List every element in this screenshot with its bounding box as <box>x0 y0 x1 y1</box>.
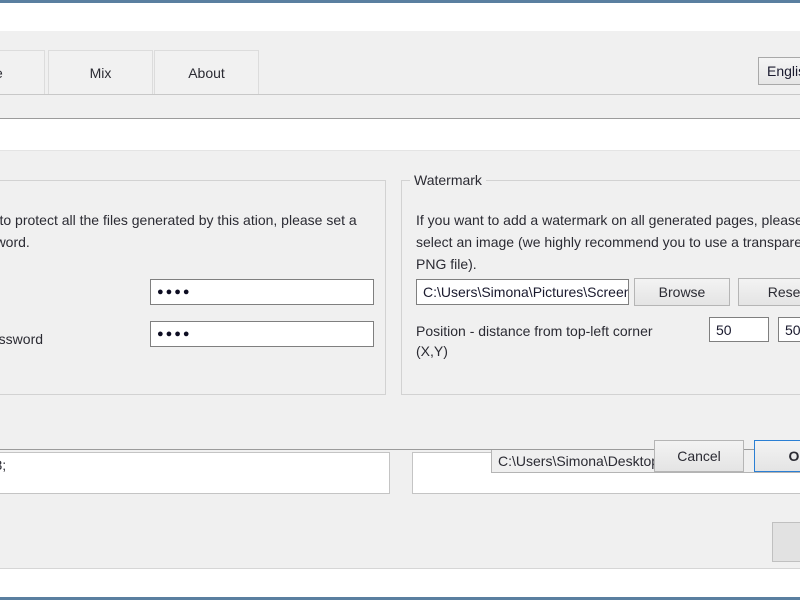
password-description: want to protect all the files generated … <box>0 209 386 253</box>
watermark-position-y-value: 50 <box>785 322 800 338</box>
tab-merge[interactable]: ge <box>0 50 45 95</box>
tab-mix[interactable]: Mix <box>48 50 153 95</box>
watermark-groupbox-legend: Watermark <box>410 172 486 188</box>
tab-about-label: About <box>188 65 225 81</box>
watermark-position-x-input[interactable]: 50 <box>709 317 769 342</box>
ok-button[interactable]: OK <box>754 440 800 472</box>
reset-button[interactable]: Reset <box>738 278 800 306</box>
watermark-description: If you want to add a watermark on all ge… <box>416 209 800 275</box>
language-combobox-value: Englis <box>767 63 800 79</box>
watermark-position-x-value: 50 <box>716 322 732 338</box>
watermark-position-y-input[interactable]: 50 <box>778 317 800 342</box>
settings-dialog: ments rd want to protect all the files g… <box>0 118 800 450</box>
background-pages-field[interactable]: 20-21,23; <box>0 452 390 494</box>
tab-strip-underline <box>0 94 800 95</box>
cancel-button-label: Cancel <box>677 448 721 464</box>
app-root: ge Mix About Englis 20-21,23; C:\Users\S… <box>0 0 800 600</box>
password-input[interactable]: ●●●● <box>150 279 374 305</box>
tab-mix-label: Mix <box>90 65 112 81</box>
language-combobox[interactable]: Englis <box>758 57 800 85</box>
password-groupbox: rd want to protect all the files generat… <box>0 180 386 395</box>
background-action-button[interactable] <box>772 522 800 562</box>
window-titlebar <box>0 3 800 31</box>
browse-button[interactable]: Browse <box>634 278 730 306</box>
background-status-bar <box>0 569 800 600</box>
watermark-position-label: Position - distance from top-left corner… <box>416 321 686 361</box>
watermark-groupbox: Watermark If you want to add a watermark… <box>401 180 800 395</box>
cancel-button[interactable]: Cancel <box>654 440 744 472</box>
ok-button-label: OK <box>789 448 800 464</box>
tab-strip: ge Mix About <box>0 50 800 95</box>
background-pages-value: 20-21,23; <box>0 457 6 473</box>
confirm-password-input-value: ●●●● <box>157 328 192 340</box>
dialog-titlebar: ments <box>0 119 800 151</box>
confirm-password-field-label: m Password <box>0 329 43 349</box>
tab-merge-label: ge <box>0 65 3 81</box>
dialog-body: rd want to protect all the files generat… <box>0 152 800 449</box>
tab-strip-filler <box>259 50 800 95</box>
password-input-value: ●●●● <box>157 286 192 298</box>
watermark-path-value: C:\Users\Simona\Pictures\Screen <box>423 284 629 300</box>
watermark-path-input[interactable]: C:\Users\Simona\Pictures\Screen <box>416 279 629 305</box>
confirm-password-input[interactable]: ●●●● <box>150 321 374 347</box>
browse-button-label: Browse <box>659 284 706 300</box>
reset-button-label: Reset <box>768 284 800 300</box>
tab-about[interactable]: About <box>154 50 259 95</box>
